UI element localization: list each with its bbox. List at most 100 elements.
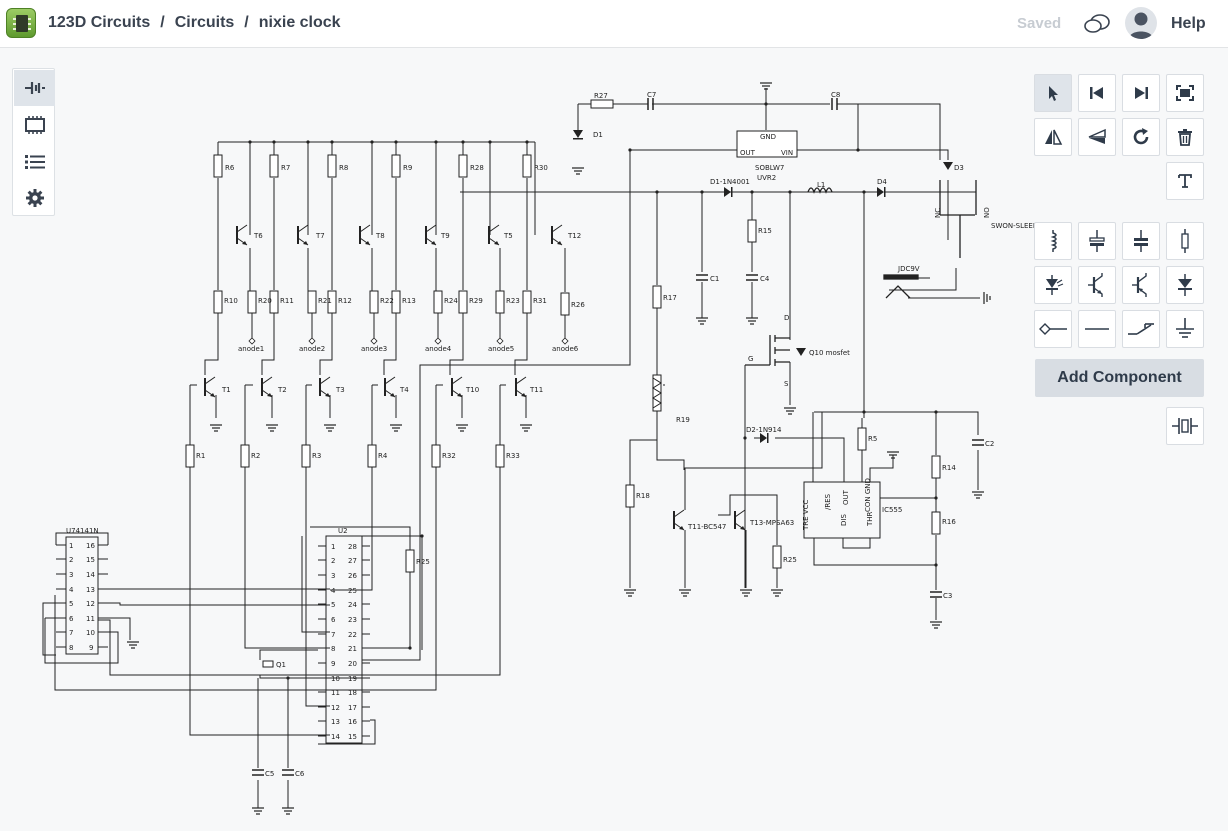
label-r5: R5 xyxy=(868,435,877,443)
capacitor-icon xyxy=(1134,230,1148,252)
u2-pin-16: 16 xyxy=(348,718,357,726)
component-wire[interactable] xyxy=(1078,310,1116,348)
u2-pin-14: 14 xyxy=(331,733,340,741)
label-u2: U2 xyxy=(338,527,348,535)
u2-pin-4: 4 xyxy=(331,587,336,595)
label-no: NO xyxy=(983,207,991,218)
component-ground[interactable] xyxy=(1166,310,1204,348)
label-t10: T10 xyxy=(465,386,479,394)
u2-pin-19: 19 xyxy=(348,675,357,683)
u2-pin-26: 26 xyxy=(348,572,357,580)
polarized-capacitor-icon xyxy=(1089,230,1105,252)
u1-pin-7: 7 xyxy=(69,629,73,637)
add-component-button[interactable]: Add Component xyxy=(1035,359,1204,397)
component-battery[interactable] xyxy=(1166,407,1204,445)
chat-icon[interactable] xyxy=(1083,12,1111,36)
label-t9: T9 xyxy=(440,232,450,240)
app-logo-icon[interactable] xyxy=(6,8,36,38)
label-r21: R21 xyxy=(318,297,332,305)
label-r15: R15 xyxy=(758,227,772,235)
reg-part-label: SOBLW7 xyxy=(755,164,784,172)
label-r17: R17 xyxy=(663,294,677,302)
u2-pin-13: 13 xyxy=(331,718,340,726)
u2-pin-18: 18 xyxy=(348,689,357,697)
label-r28: R28 xyxy=(470,164,484,172)
help-link[interactable]: Help xyxy=(1171,15,1206,33)
label-r22: R22 xyxy=(380,297,394,305)
u2-pin-28: 28 xyxy=(348,543,357,551)
label-r10: R10 xyxy=(224,297,238,305)
u2-pin-22: 22 xyxy=(348,631,357,639)
label-t12: T12 xyxy=(567,232,581,240)
label-d2: D2-1N914 xyxy=(746,426,782,434)
flip-vertical-button[interactable] xyxy=(1078,118,1116,156)
step-forward-button[interactable] xyxy=(1122,74,1160,112)
component-probe[interactable] xyxy=(1034,310,1072,348)
component-capacitor[interactable] xyxy=(1122,222,1160,260)
probe-icon xyxy=(1039,323,1067,335)
schematic-canvas[interactable]: TRE VCC /RES OUT CON GND DIS THR GND OUT… xyxy=(0,49,1228,826)
label-c2: C2 xyxy=(985,440,994,448)
component-resistor[interactable] xyxy=(1166,222,1204,260)
trash-icon xyxy=(1178,129,1192,146)
fit-screen-button[interactable] xyxy=(1166,74,1204,112)
component-led[interactable] xyxy=(1034,266,1072,304)
text-tool-button[interactable] xyxy=(1166,162,1204,200)
u1-pin-11: 11 xyxy=(86,615,95,623)
label-r16: R16 xyxy=(942,518,956,526)
select-tool-button[interactable] xyxy=(1034,74,1072,112)
flip-vertical-icon xyxy=(1088,128,1106,144)
component-switch[interactable] xyxy=(1122,310,1160,348)
label-d1-part: D1-1N4001 xyxy=(710,178,750,186)
saved-status: Saved xyxy=(1017,15,1062,32)
label-c6: C6 xyxy=(295,770,305,778)
label-dc-jack: JDC9V xyxy=(897,265,920,273)
label-r20: R20 xyxy=(258,297,272,305)
label-anode2: anode2 xyxy=(299,345,325,353)
delete-button[interactable] xyxy=(1166,118,1204,156)
component-pnp-transistor[interactable] xyxy=(1122,266,1160,304)
component-inductor[interactable] xyxy=(1034,222,1072,260)
component-npn-transistor[interactable] xyxy=(1078,266,1116,304)
label-t8: T8 xyxy=(375,232,385,240)
label-r1: R1 xyxy=(196,452,205,460)
label-c5: C5 xyxy=(265,770,274,778)
breadcrumb-home[interactable]: 123D Circuits xyxy=(48,14,150,32)
u2-pin-3: 3 xyxy=(331,572,335,580)
rotate-button[interactable] xyxy=(1122,118,1160,156)
u1-pin-3: 3 xyxy=(69,571,73,579)
u1-pin-4: 4 xyxy=(69,586,74,594)
label-q1: Q1 xyxy=(276,661,286,669)
label-r14: R14 xyxy=(942,464,956,472)
u2-pin-2: 2 xyxy=(331,557,335,565)
reg-out-label: OUT xyxy=(740,149,756,157)
label-r26: R26 xyxy=(571,301,585,309)
u2-pin-9: 9 xyxy=(331,660,335,668)
wire-icon xyxy=(1085,328,1109,330)
label-anode3: anode3 xyxy=(361,345,387,353)
breadcrumb-circuits[interactable]: Circuits xyxy=(175,14,235,32)
label-r7: R7 xyxy=(281,164,290,172)
user-avatar-icon[interactable] xyxy=(1125,7,1157,39)
label-mosfet: Q10 mosfet xyxy=(809,349,850,357)
u2-pin-23: 23 xyxy=(348,616,357,624)
label-r18: R18 xyxy=(636,492,650,500)
flip-horizontal-button[interactable] xyxy=(1034,118,1072,156)
diode-icon xyxy=(1178,274,1192,296)
u2-pin-15: 15 xyxy=(348,733,357,741)
label-t7: T7 xyxy=(315,232,325,240)
step-back-button[interactable] xyxy=(1078,74,1116,112)
label-anode6: anode6 xyxy=(552,345,579,353)
label-d4: D4 xyxy=(877,178,887,186)
component-diode[interactable] xyxy=(1166,266,1204,304)
ic555-pin-dis: DIS xyxy=(840,514,848,526)
component-capacitor-polarized[interactable] xyxy=(1078,222,1116,260)
label-r9: R9 xyxy=(403,164,412,172)
label-mosfet-d: D xyxy=(784,314,789,322)
u1-pin-1: 1 xyxy=(69,542,73,550)
label-c4: C4 xyxy=(760,275,770,283)
label-r3: R3 xyxy=(312,452,321,460)
label-u1: U74141N xyxy=(66,527,99,535)
label-t11-part: T11-BC547 xyxy=(687,523,726,531)
label-r6: R6 xyxy=(225,164,235,172)
